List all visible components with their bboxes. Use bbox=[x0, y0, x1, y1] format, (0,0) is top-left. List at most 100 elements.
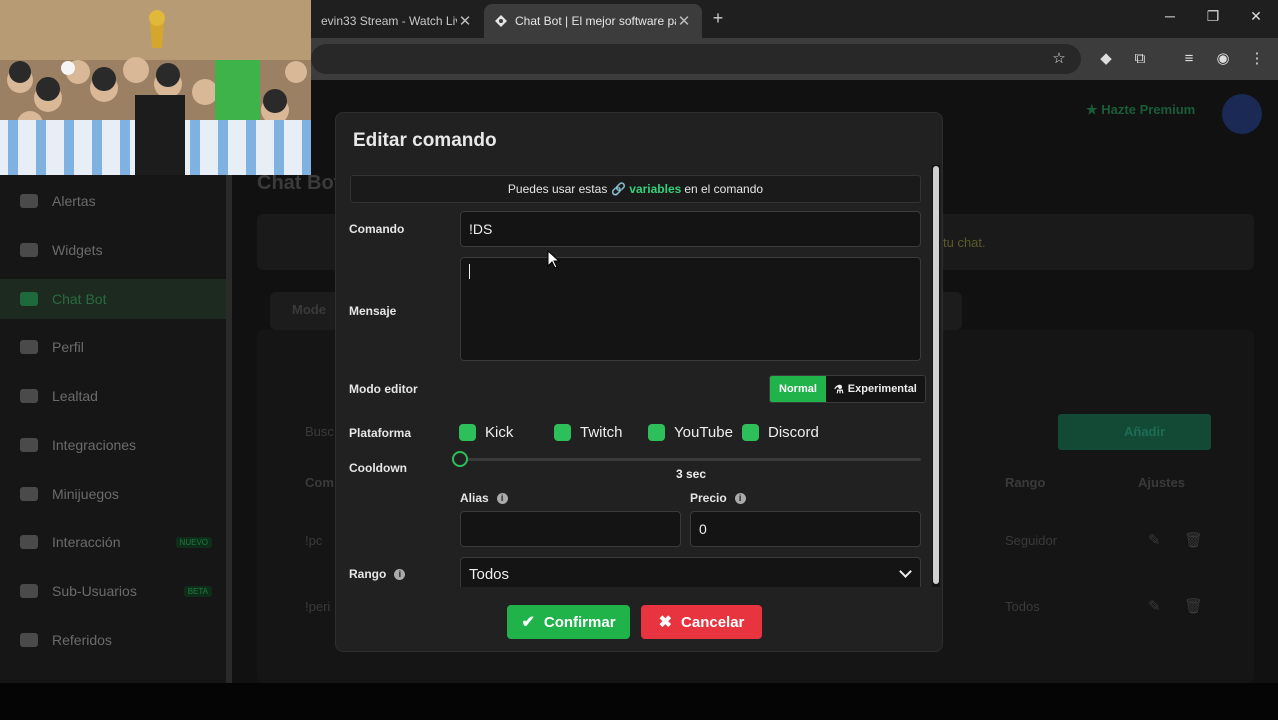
alias-label-text: Alias bbox=[460, 491, 489, 505]
maximize-window-button[interactable]: ❐ bbox=[1198, 8, 1228, 25]
scrollbar-thumb[interactable] bbox=[933, 166, 939, 584]
sidebar-item-label: Perfil bbox=[52, 339, 84, 355]
row-range: Todos bbox=[1005, 599, 1040, 614]
banner-text: tu chat. bbox=[943, 235, 986, 250]
new-tab-button[interactable]: + bbox=[708, 8, 728, 29]
platform-name: YouTube bbox=[674, 424, 733, 441]
bookmark-star-icon[interactable]: ☆ bbox=[1050, 50, 1068, 68]
sidebar-item-label: Minijuegos bbox=[52, 486, 119, 502]
tab-mode[interactable]: Mode bbox=[292, 302, 326, 317]
platform-youtube-checkbox[interactable]: YouTube bbox=[648, 424, 733, 441]
platform-name: Discord bbox=[768, 424, 819, 441]
sidebar-item-lealtad[interactable]: Lealtad bbox=[0, 376, 226, 416]
modal-scrollbar[interactable] bbox=[932, 165, 940, 587]
chat-bot-icon bbox=[20, 292, 38, 306]
modal-title: Editar comando bbox=[353, 130, 497, 151]
price-label-text: Precio bbox=[690, 491, 727, 505]
cancel-button[interactable]: ✖ Cancelar bbox=[641, 605, 762, 639]
sidebar-item-label: Alertas bbox=[52, 193, 96, 209]
text-caret bbox=[469, 264, 470, 279]
info-suffix: en el comando bbox=[684, 182, 764, 196]
search-input[interactable]: Busc bbox=[305, 424, 334, 439]
profile-card-icon bbox=[20, 340, 38, 354]
editor-mode-experimental-button[interactable]: ⚗ Experimental bbox=[825, 376, 925, 402]
user-avatar[interactable] bbox=[1222, 94, 1262, 134]
info-icon[interactable]: i bbox=[734, 493, 746, 505]
info-icon[interactable]: i bbox=[394, 569, 406, 581]
message-label: Mensaje bbox=[349, 304, 397, 318]
range-select[interactable]: Todos bbox=[460, 557, 921, 591]
checkbox-checked-icon bbox=[554, 424, 571, 441]
premium-link[interactable]: ★ Hazte Premium bbox=[1086, 102, 1195, 118]
command-value: !DS bbox=[469, 221, 493, 237]
confirm-label: Confirmar bbox=[543, 613, 616, 631]
sidebar-item-label: Sub-Usuarios bbox=[52, 583, 137, 599]
platform-label: Plataforma bbox=[349, 426, 412, 440]
cancel-label: Cancelar bbox=[681, 613, 745, 631]
close-window-button[interactable]: ✕ bbox=[1241, 8, 1271, 25]
edit-pencil-icon[interactable]: ✎ bbox=[1148, 531, 1161, 549]
price-input[interactable]: 0 bbox=[690, 511, 921, 547]
close-tab-icon[interactable]: ✕ bbox=[676, 12, 692, 30]
col-range[interactable]: Rango bbox=[1005, 475, 1045, 490]
extension-diamond-icon[interactable]: ◆ bbox=[1097, 50, 1115, 68]
confirm-button[interactable]: ✔ Confirmar bbox=[507, 605, 630, 639]
cooldown-value: 3 sec bbox=[676, 467, 707, 481]
modal-footer bbox=[336, 587, 942, 651]
music-note-icon bbox=[20, 535, 38, 549]
sidebar-item-label: Lealtad bbox=[52, 388, 98, 404]
delete-trash-icon[interactable]: 🗑 bbox=[1184, 531, 1203, 549]
minimize-window-button[interactable]: ─ bbox=[1155, 8, 1185, 24]
media-control-icon[interactable]: ≡ bbox=[1180, 50, 1198, 68]
command-input[interactable]: !DS bbox=[460, 211, 921, 247]
check-icon: ✔ bbox=[521, 614, 535, 631]
sidebar-item-minijuegos[interactable]: Minijuegos bbox=[0, 474, 226, 514]
cooldown-slider-handle[interactable] bbox=[452, 451, 468, 467]
flask-icon: ⚗ bbox=[833, 383, 844, 396]
edit-command-modal: Editar comando Puedes usar estas 🔗 varia… bbox=[335, 112, 943, 652]
info-icon[interactable]: i bbox=[496, 493, 508, 505]
checkbox-checked-icon bbox=[459, 424, 476, 441]
close-tab-icon[interactable]: ✕ bbox=[457, 12, 473, 30]
sidebar-item-sub-usuarios[interactable]: Sub-Usuarios BETA bbox=[0, 571, 226, 611]
browser-tab-stream[interactable]: evin33 Stream - Watch Live ✕ bbox=[311, 4, 483, 38]
link-icon: 🔗 bbox=[611, 182, 627, 196]
platform-kick-checkbox[interactable]: Kick bbox=[459, 424, 513, 441]
sidebar-item-interaccion[interactable]: Interacción NUEVO bbox=[0, 522, 226, 562]
address-bar[interactable] bbox=[311, 44, 1081, 74]
sidebar-item-integraciones[interactable]: Integraciones bbox=[0, 425, 226, 465]
delete-trash-icon[interactable]: 🗑 bbox=[1184, 597, 1203, 615]
platform-discord-checkbox[interactable]: Discord bbox=[742, 424, 819, 441]
cooldown-slider-track[interactable] bbox=[460, 458, 921, 461]
message-textarea[interactable] bbox=[460, 257, 921, 361]
sidebar-item-label: Integraciones bbox=[52, 437, 137, 453]
sidebar-item-label: Interacción bbox=[52, 534, 121, 550]
alias-label: Alias i bbox=[460, 491, 508, 505]
referrals-icon bbox=[20, 633, 38, 647]
range-value: Todos bbox=[469, 565, 510, 583]
browser-tab-chatbot[interactable]: Chat Bot | El mejor software pa ✕ bbox=[484, 4, 702, 38]
info-prefix: Puedes usar estas bbox=[507, 182, 608, 196]
platform-name: Kick bbox=[485, 424, 514, 441]
alias-input[interactable] bbox=[460, 511, 681, 547]
edit-pencil-icon[interactable]: ✎ bbox=[1148, 597, 1161, 615]
browser-menu-icon[interactable]: ⋮ bbox=[1248, 50, 1266, 68]
extensions-puzzle-icon[interactable]: ⧉ bbox=[1131, 50, 1149, 68]
editor-mode-normal-button[interactable]: Normal bbox=[770, 376, 826, 402]
variables-link[interactable]: variables bbox=[629, 182, 681, 196]
sidebar-item-label: Chat Bot bbox=[52, 291, 107, 307]
widgets-icon bbox=[20, 243, 38, 257]
platform-twitch-checkbox[interactable]: Twitch bbox=[554, 424, 623, 441]
row-command: !pc bbox=[305, 533, 323, 548]
video-overlay[interactable] bbox=[0, 0, 311, 175]
sidebar-item-referidos[interactable]: Referidos bbox=[0, 620, 226, 660]
sidebar-item-chat-bot[interactable]: Chat Bot bbox=[0, 279, 226, 319]
sidebar-item-alertas[interactable]: Alertas bbox=[0, 181, 226, 221]
celebration-photo bbox=[0, 0, 311, 175]
site-favicon-icon bbox=[495, 15, 507, 27]
mouse-cursor-icon bbox=[547, 250, 561, 269]
sidebar-item-perfil[interactable]: Perfil bbox=[0, 327, 226, 367]
profile-icon[interactable]: ◉ bbox=[1214, 50, 1232, 68]
sidebar-item-widgets[interactable]: Widgets bbox=[0, 230, 226, 270]
row-command: !peri bbox=[305, 599, 331, 614]
